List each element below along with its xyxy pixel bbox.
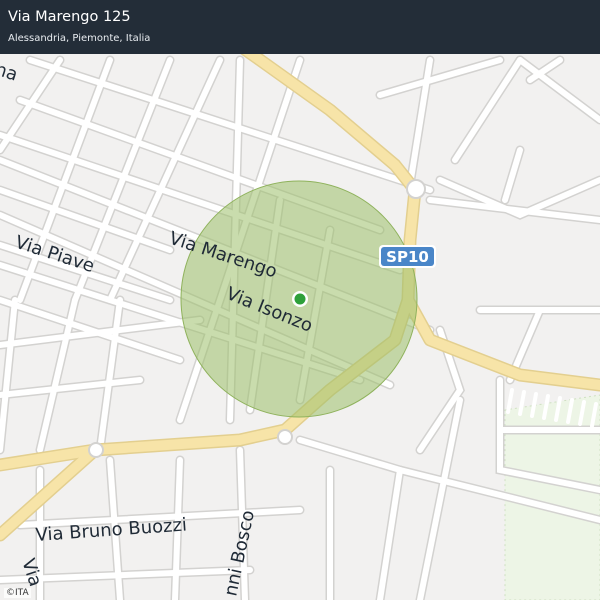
location-title: Via Marengo 125: [8, 9, 131, 25]
label-edge-top-left: na: [0, 59, 20, 86]
road-shield-sp10: SP10: [379, 245, 436, 268]
road-shield-label: SP10: [386, 248, 429, 266]
map-canvas[interactable]: SP10 Via Marengo Via Isonzo Via Piave Vi…: [0, 0, 600, 600]
map-attribution[interactable]: ©ITA: [4, 588, 31, 598]
location-marker[interactable]: [292, 291, 308, 307]
label-via-bosco: nni Bosco: [220, 508, 259, 598]
location-header: Via Marengo 125 Alessandria, Piemonte, I…: [0, 0, 600, 54]
location-subtitle: Alessandria, Piemonte, Italia: [8, 33, 151, 44]
